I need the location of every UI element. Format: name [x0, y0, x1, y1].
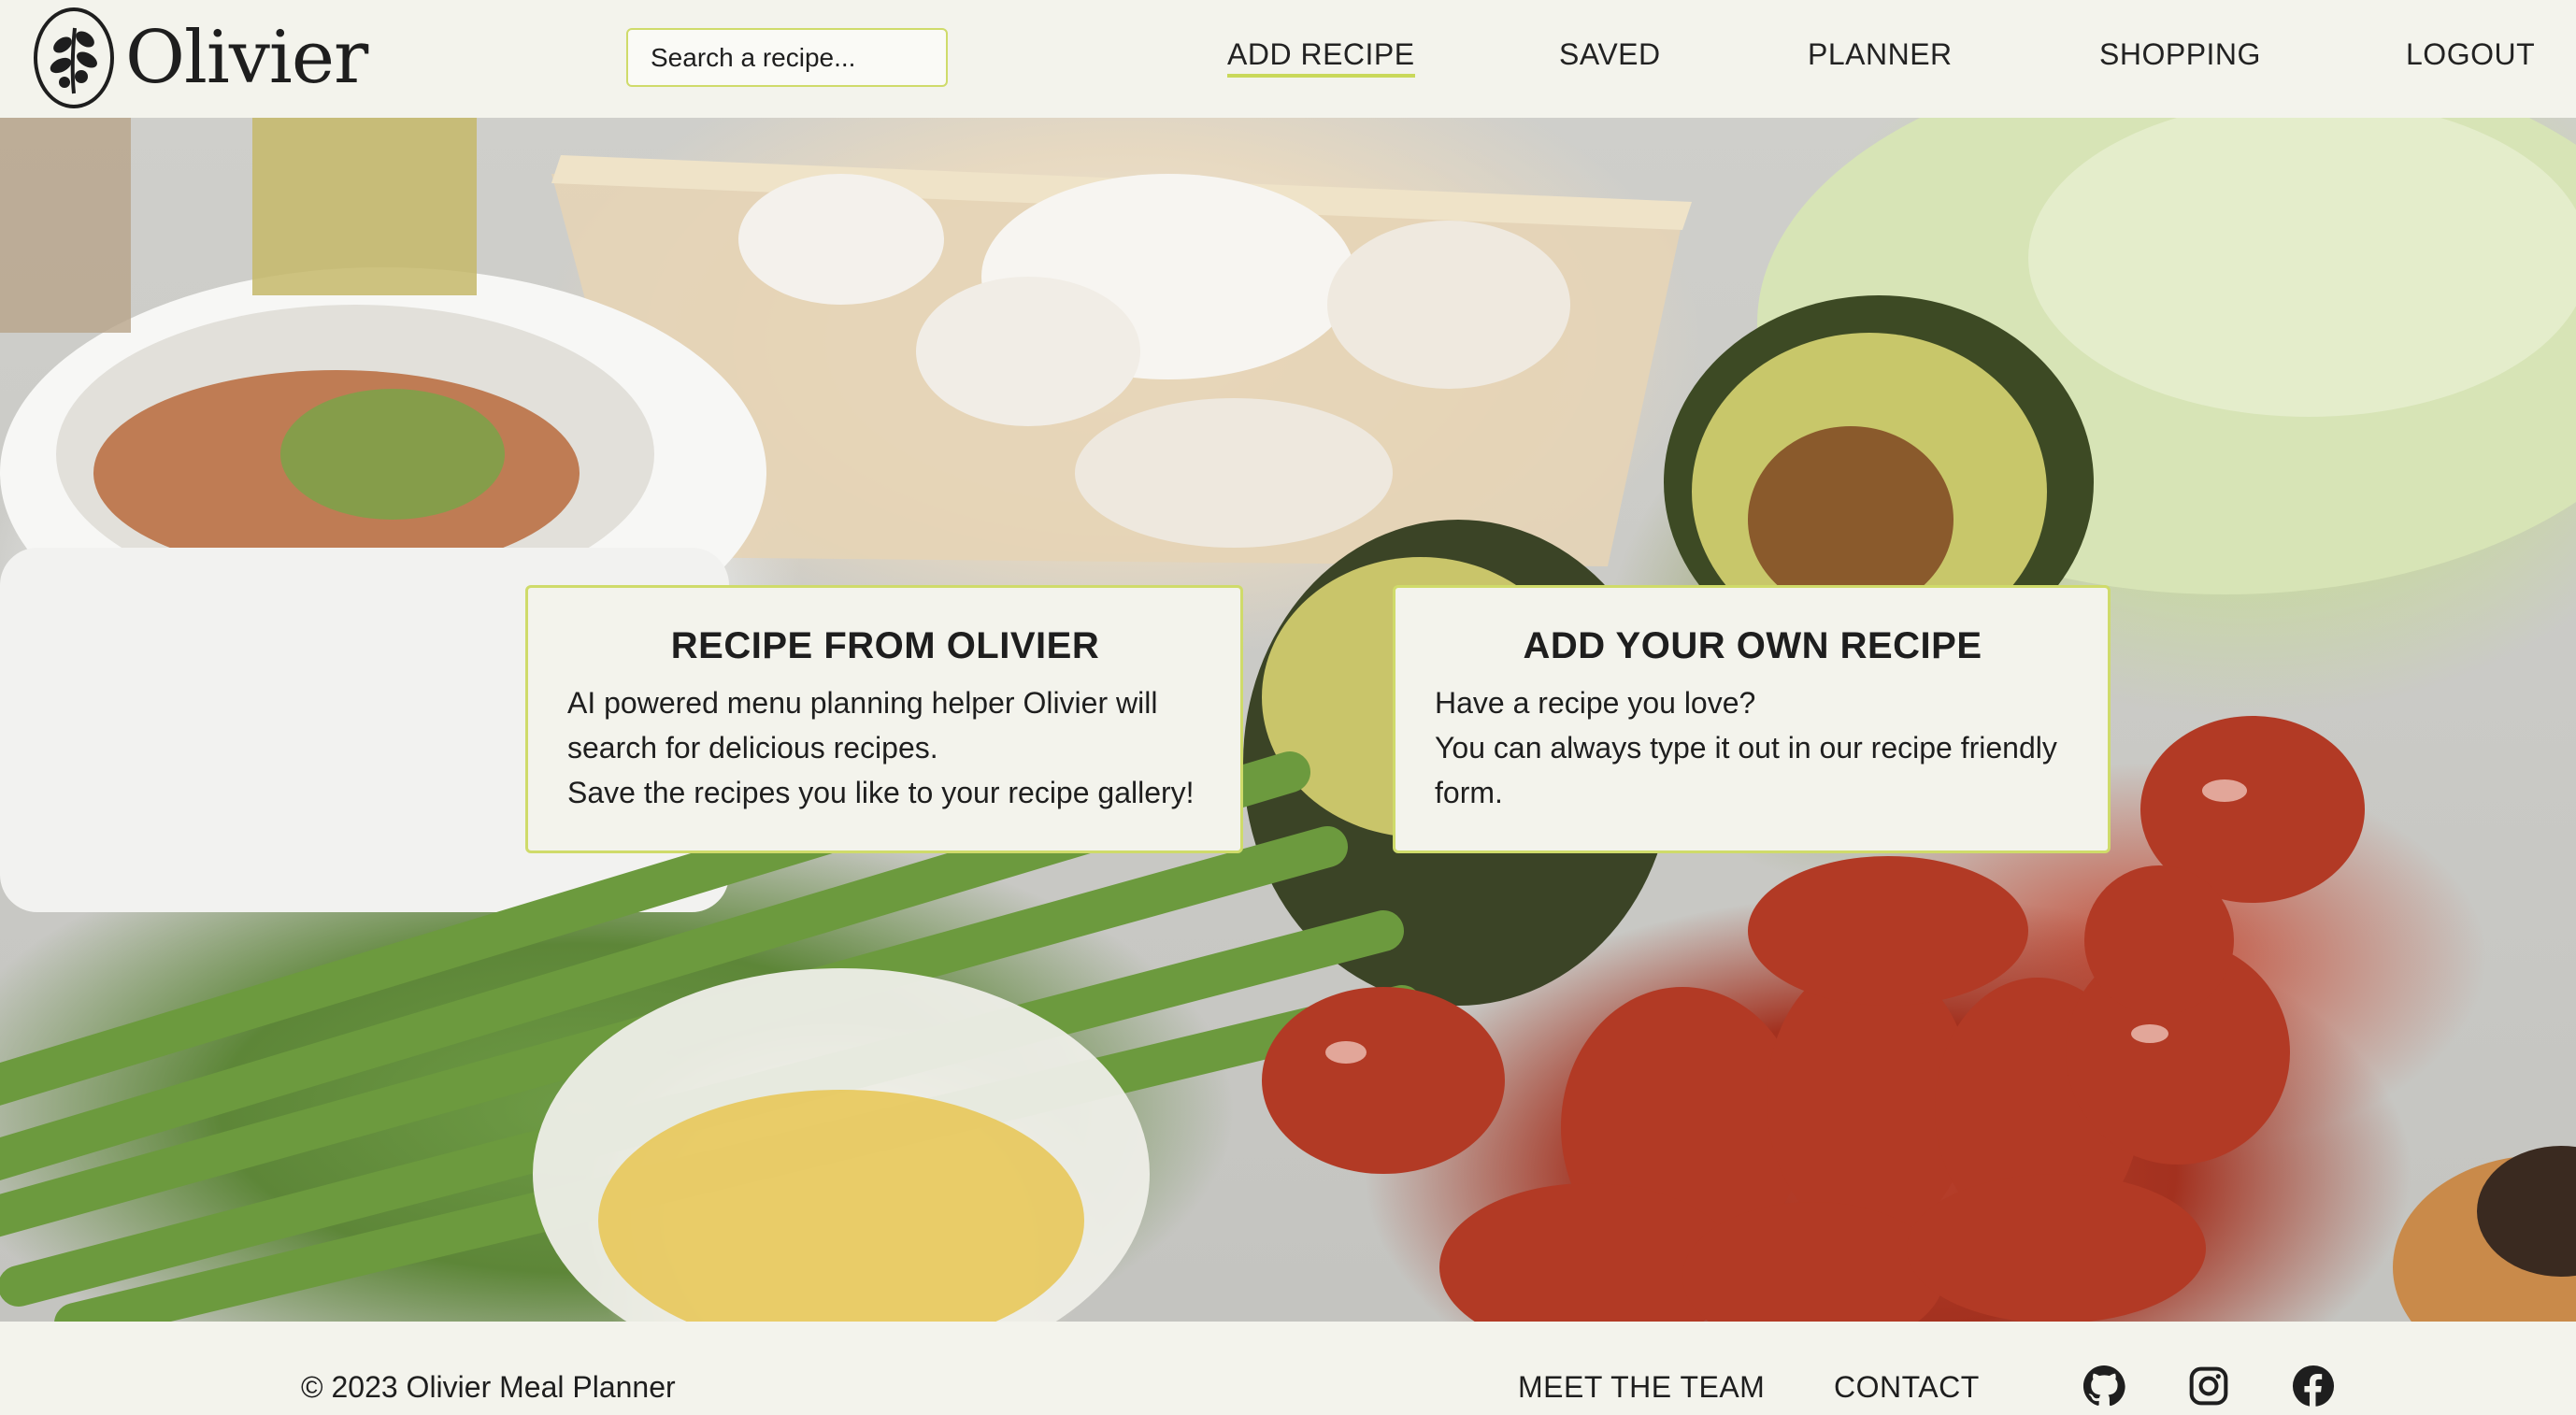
card-text-line: search for delicious recipes. [567, 731, 938, 765]
copyright-text: © 2023 Olivier Meal Planner [301, 1370, 676, 1404]
card-text-line: AI powered menu planning helper Olivier … [567, 686, 1158, 720]
facebook-icon[interactable] [2290, 1363, 2337, 1409]
recipe-from-olivier-card[interactable]: RECIPE FROM OLIVIER AI powered menu plan… [525, 585, 1243, 853]
github-icon[interactable] [2081, 1363, 2127, 1409]
card-title: ADD YOUR OWN RECIPE [1523, 625, 1982, 666]
search-input[interactable] [626, 28, 948, 87]
olive-branch-icon [34, 7, 114, 108]
meet-the-team-link[interactable]: MEET THE TEAM [1518, 1370, 1765, 1405]
card-text-line: You can always type it out in our recipe… [1435, 731, 2057, 765]
nav-add-recipe[interactable]: ADD RECIPE [1227, 37, 1415, 78]
hero-illustration [0, 118, 2576, 1322]
brand-name: Olivier [125, 16, 368, 100]
add-your-own-recipe-card[interactable]: ADD YOUR OWN RECIPE Have a recipe you lo… [1393, 585, 2111, 853]
nav-logout[interactable]: LOGOUT [2406, 37, 2535, 72]
card-title: RECIPE FROM OLIVIER [670, 625, 1100, 666]
instagram-icon[interactable] [2185, 1363, 2232, 1409]
site-footer: © 2023 Olivier Meal Planner MEET THE TEA… [0, 1322, 2576, 1415]
brand-logo[interactable]: Olivier [34, 6, 368, 110]
nav-saved[interactable]: SAVED [1559, 37, 1661, 72]
contact-link[interactable]: CONTACT [1834, 1370, 1980, 1405]
site-header: Olivier ADD RECIPE SAVED PLANNER SHOPPIN… [0, 0, 2576, 118]
nav-planner[interactable]: PLANNER [1808, 37, 1953, 72]
nav-shopping[interactable]: SHOPPING [2099, 37, 2261, 72]
card-text-line: Have a recipe you love? [1435, 686, 1756, 720]
hero-food-background: RECIPE FROM OLIVIER AI powered menu plan… [0, 118, 2576, 1322]
card-text-line: Save the recipes you like to your recipe… [567, 776, 1195, 809]
card-text-line: form. [1435, 776, 1503, 809]
